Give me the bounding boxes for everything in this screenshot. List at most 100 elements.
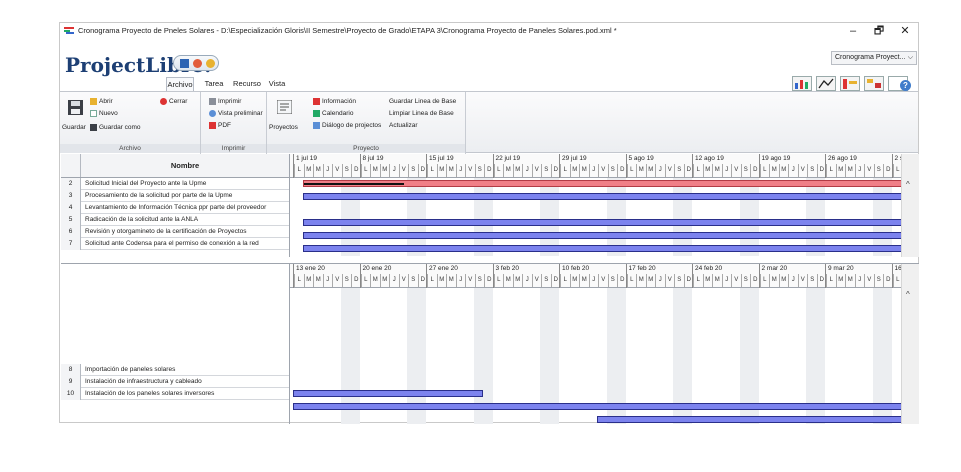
undo-quick-icon[interactable]: [193, 59, 202, 68]
week-label: 29 jul 19: [562, 155, 587, 162]
vista-preliminar-button[interactable]: Vista preliminar: [209, 110, 263, 117]
timescale-week: 9 mar 20 L M M J V S D: [825, 264, 892, 288]
ribbon-group-imprimir: Imprimir Vista preliminar PDF Imprimir: [201, 92, 267, 154]
new-file-icon: [90, 110, 97, 117]
nuevo-button[interactable]: Nuevo: [90, 110, 118, 117]
task-name[interactable]: Instalación de los paneles solares inver…: [85, 388, 290, 400]
tab-recurso[interactable]: Recurso: [231, 77, 263, 91]
actualizar-button[interactable]: Actualizar: [389, 122, 418, 129]
task-name[interactable]: Importación de paneles solares: [85, 364, 290, 376]
day-strip: LMMJVSD: [560, 274, 626, 287]
save-quick-icon[interactable]: [180, 59, 189, 68]
task-bar[interactable]: [597, 416, 901, 423]
day-strip: LMMJVSD: [427, 274, 493, 287]
day-strip: LMMJVSD: [560, 164, 626, 177]
redo-quick-icon[interactable]: [206, 59, 215, 68]
task-row[interactable]: 3 Procesamiento de la solicitud por parte…: [61, 190, 289, 202]
day-letter: M: [370, 164, 380, 177]
task-bar[interactable]: [302, 232, 901, 239]
day-letter: J: [788, 164, 798, 177]
day-strip: LMMJVSD: [826, 164, 892, 177]
calendario-button[interactable]: Calendario: [313, 110, 353, 117]
gantt-chart-top: 1 jul 19 L M M J V S D 8 jul 19 L M M J V S D 15 jul 19 L…: [290, 154, 901, 257]
task-id: 4: [61, 202, 81, 214]
guardar-linea-base-button[interactable]: Guardar Linea de Base: [389, 98, 456, 105]
day-letter: M: [636, 274, 646, 287]
task-row[interactable]: 6 Revisión y otorgamineto de la certifica…: [61, 226, 289, 238]
project-selector[interactable]: Cronograma Proyect... ⌵: [831, 51, 917, 65]
task-row[interactable]: 2 Solicitud Inicial del Proyecto ante la …: [61, 178, 289, 190]
vertical-scrollbar-top[interactable]: ^: [901, 154, 919, 257]
tab-vista[interactable]: Vista: [266, 77, 288, 91]
day-letter: S: [807, 274, 817, 287]
task-name[interactable]: Solicitud ante Codensa para el permiso d…: [85, 238, 290, 250]
close-button[interactable]: ✕: [892, 23, 918, 39]
vertical-scrollbar-bottom[interactable]: ^: [901, 264, 919, 424]
day-letter: V: [664, 274, 675, 287]
task-table-header: Nombre: [61, 154, 289, 178]
day-strip: LMMJVSD: [427, 164, 493, 177]
guardar-button[interactable]: Guardar: [62, 124, 86, 131]
critical-task-bar[interactable]: [302, 180, 901, 187]
scroll-up-icon[interactable]: ^: [906, 290, 910, 299]
task-name[interactable]: Instalación de infraestructura y cablead…: [85, 376, 290, 388]
chart-line-icon[interactable]: [816, 76, 836, 91]
task-name[interactable]: Revisión y otorgamineto de la certificac…: [85, 226, 290, 238]
task-bar[interactable]: [293, 390, 483, 397]
task-bar[interactable]: [302, 193, 901, 200]
cerrar-label: Cerrar: [169, 98, 188, 106]
task-row[interactable]: 7 Solicitud ante Codensa para el permiso …: [61, 238, 289, 250]
task-name[interactable]: Levantamiento de Información Técnica ppr…: [85, 202, 290, 214]
minimize-button[interactable]: –: [840, 23, 866, 39]
task-bar[interactable]: [302, 219, 901, 226]
day-letter: J: [455, 274, 466, 287]
abrir-button[interactable]: Abrir: [90, 98, 113, 105]
task-name[interactable]: Procesamiento de la solicitud por parte …: [85, 190, 290, 202]
timescale-week: 15 jul 19 L M M J V S D: [426, 154, 493, 178]
day-letter: S: [541, 164, 551, 177]
gantt-view-icon[interactable]: [840, 76, 860, 91]
week-label: 2 mar 20: [761, 265, 788, 272]
task-row[interactable]: 8 Importación de paneles solares: [61, 364, 289, 376]
task-id: 8: [61, 364, 81, 376]
task-name[interactable]: Solicitud Inicial del Proyecto ante la U…: [85, 178, 290, 190]
day-letter: J: [389, 274, 399, 287]
day-letter: M: [835, 164, 846, 177]
task-row[interactable]: 5 Radicación de la solicitud ante la ANLA: [61, 214, 289, 226]
imprimir-button[interactable]: Imprimir: [209, 98, 241, 105]
calendar-icon: [313, 110, 320, 117]
timescale-week: 17 feb 20 L M M J V S D: [625, 264, 693, 288]
name-column-header[interactable]: Nombre: [81, 161, 289, 170]
task-row[interactable]: 4 Levantamiento de Información Técnica pp…: [61, 202, 289, 214]
tab-tarea[interactable]: Tarea: [202, 77, 226, 91]
day-letter: S: [341, 274, 352, 287]
id-column-blank: [61, 264, 81, 364]
proyectos-button[interactable]: Proyectos: [269, 124, 298, 131]
day-letter: S: [607, 164, 618, 177]
gantt-body-bottom[interactable]: [290, 288, 901, 424]
task-bar[interactable]: [293, 403, 901, 410]
pdf-button[interactable]: PDF: [209, 122, 231, 129]
limpiar-linea-base-button[interactable]: Limpiar Linea de Base: [389, 110, 454, 117]
help-icon[interactable]: ?: [900, 80, 911, 91]
cerrar-button[interactable]: Cerrar: [160, 98, 187, 105]
guardar-como-button[interactable]: Guardar como: [90, 124, 141, 131]
task-bar[interactable]: [302, 245, 901, 252]
task-row[interactable]: 10 Instalación de los paneles solares inv…: [61, 388, 289, 400]
restore-button[interactable]: 🗗: [866, 23, 892, 39]
day-letter: J: [854, 164, 865, 177]
resource-histogram-icon[interactable]: [792, 76, 812, 91]
gantt-body-top[interactable]: [290, 178, 901, 256]
task-row[interactable]: 9 Instalación de infraestructura y cablea…: [61, 376, 289, 388]
informacion-button[interactable]: Información: [313, 98, 356, 105]
dialogo-proyectos-button[interactable]: Diálogo de projectos: [313, 122, 381, 129]
day-strip: LMMJVSD: [826, 274, 892, 287]
tab-archivo[interactable]: Archivo: [166, 77, 194, 91]
timescale-week: 10 feb 20 L M M J V S D: [559, 264, 626, 288]
timescale-week: 2 sep 1LMMJVSD: [891, 154, 901, 178]
task-name[interactable]: Radicación de la solicitud ante la ANLA: [85, 214, 290, 226]
scroll-up-icon[interactable]: ^: [906, 180, 910, 189]
day-letter: M: [569, 274, 580, 287]
network-view-icon[interactable]: [864, 76, 884, 91]
day-letter: M: [379, 274, 390, 287]
